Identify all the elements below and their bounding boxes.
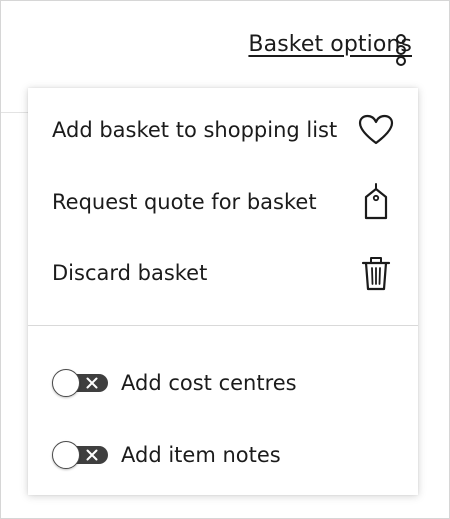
more-options-icon[interactable] [394,34,408,68]
menu-item-discard-basket[interactable]: Discard basket [28,245,418,301]
toggle-knob [52,369,80,397]
trash-icon [358,253,394,293]
basket-header: Basket options [248,32,412,57]
basket-options-link[interactable]: Basket options [248,32,412,57]
background-divider [1,112,28,113]
menu-item-label: Add basket to shopping list [52,118,338,142]
toggle-switch[interactable] [52,441,108,469]
close-icon [86,449,98,461]
menu-item-label: Discard basket [52,261,208,285]
basket-options-menu: Add basket to shopping list Request quot… [28,88,418,495]
tag-icon [358,182,394,222]
close-icon [86,377,98,389]
toggle-label: Add cost centres [121,371,297,395]
toggle-knob [52,441,80,469]
menu-item-add-to-shopping-list[interactable]: Add basket to shopping list [28,102,418,158]
heart-icon [358,110,394,150]
toggle-add-item-notes[interactable]: Add item notes [28,435,418,475]
menu-item-request-quote[interactable]: Request quote for basket [28,174,418,230]
menu-divider [28,325,418,326]
toggle-switch[interactable] [52,369,108,397]
menu-item-label: Request quote for basket [52,190,317,214]
toggle-label: Add item notes [121,443,281,467]
toggle-add-cost-centres[interactable]: Add cost centres [28,363,418,403]
